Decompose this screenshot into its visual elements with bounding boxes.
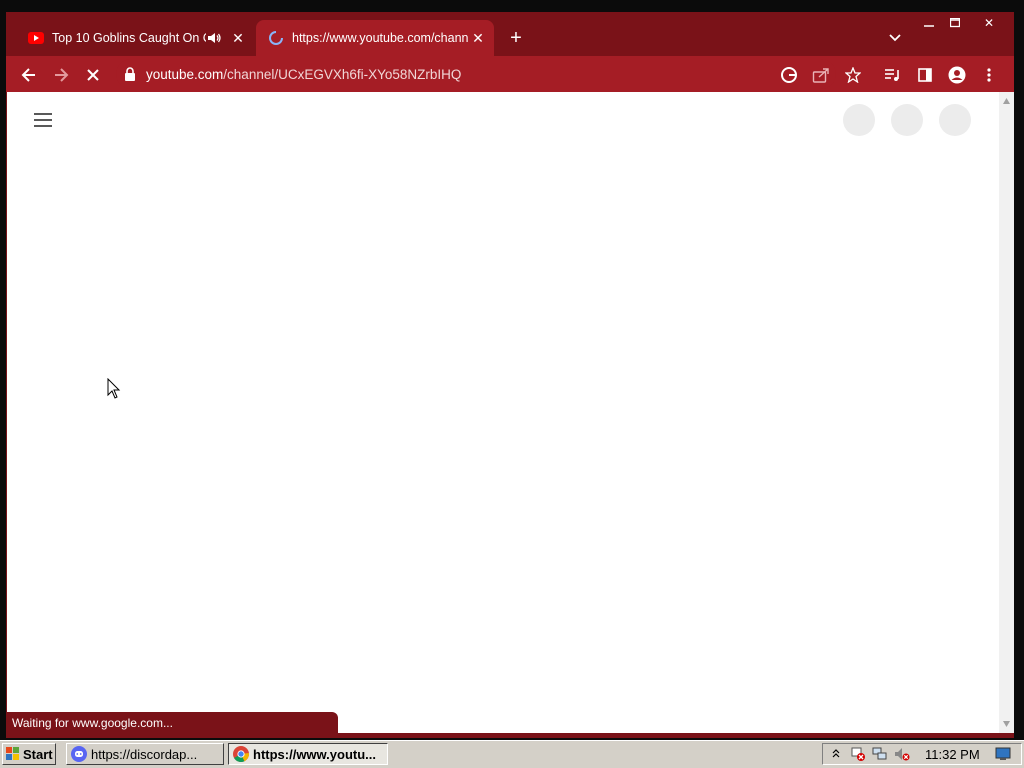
- volume-muted-icon[interactable]: [893, 746, 911, 762]
- placeholder-circle: [939, 104, 971, 136]
- tab-title: Top 10 Goblins Caught On C: [52, 31, 206, 45]
- taskbar-item-discord[interactable]: https://discordap...: [66, 743, 224, 765]
- placeholder-circle: [891, 104, 923, 136]
- hamburger-menu-icon[interactable]: [33, 112, 53, 128]
- close-window-icon[interactable]: ✕: [974, 12, 1004, 34]
- windows-flag-icon: [6, 747, 20, 761]
- maximize-icon[interactable]: [940, 12, 970, 34]
- chrome-icon: [233, 746, 249, 762]
- youtube-icon: [28, 30, 44, 46]
- browser-window: Top 10 Goblins Caught On C ✕ https://www…: [6, 12, 1014, 738]
- start-button[interactable]: Start: [2, 743, 56, 765]
- network-disconnected-icon[interactable]: [849, 746, 867, 762]
- tab-title: https://www.youtube.com/channel/UCxEGVXh…: [292, 31, 468, 45]
- desktop: Top 10 Goblins Caught On C ✕ https://www…: [0, 0, 1024, 768]
- bookmark-star-icon[interactable]: [840, 62, 866, 88]
- desktop-icon[interactable]: [994, 746, 1012, 762]
- network-computers-icon[interactable]: [871, 746, 889, 762]
- scrollbar[interactable]: [999, 92, 1014, 733]
- url-text: youtube.com/channel/UCxEGVXh6fi-XYo58NZr…: [146, 67, 461, 82]
- back-arrow-icon[interactable]: [16, 62, 42, 88]
- taskbar-item-label: https://discordap...: [91, 746, 198, 762]
- tray-expand-icon[interactable]: [827, 746, 845, 762]
- side-panel-icon[interactable]: [912, 62, 938, 88]
- google-lens-icon[interactable]: [776, 62, 802, 88]
- close-tab-icon[interactable]: ✕: [228, 28, 248, 48]
- tab-search-chevron-icon[interactable]: [886, 28, 904, 46]
- system-tray: 11:32 PM: [822, 743, 1022, 765]
- taskbar-item-chrome[interactable]: https://www.youtu...: [228, 743, 388, 765]
- mouse-cursor-icon: [107, 377, 121, 400]
- profile-avatar-icon[interactable]: [944, 62, 970, 88]
- discord-icon: [71, 746, 87, 762]
- tab-youtube-video[interactable]: Top 10 Goblins Caught On C ✕: [16, 20, 254, 56]
- menu-kebab-icon[interactable]: [976, 62, 1002, 88]
- tab-youtube-channel[interactable]: https://www.youtube.com/channel/UCxEGVXh…: [256, 20, 494, 56]
- url-path: /channel/UCxEGVXh6fi-XYo58NZrbIHQ: [223, 66, 462, 82]
- clock: 11:32 PM: [925, 746, 980, 762]
- start-label: Start: [23, 746, 53, 762]
- stop-loading-icon[interactable]: [80, 62, 106, 88]
- forward-arrow-icon[interactable]: [48, 62, 74, 88]
- loading-spinner-icon: [268, 30, 284, 46]
- status-bar: Waiting for www.google.com...: [6, 712, 338, 734]
- toolbar: youtube.com/channel/UCxEGVXh6fi-XYo58NZr…: [6, 56, 1014, 92]
- page-content: [7, 92, 999, 733]
- share-icon[interactable]: [808, 62, 834, 88]
- taskbar-item-label: https://www.youtu...: [253, 746, 377, 762]
- tab-strip: Top 10 Goblins Caught On C ✕ https://www…: [6, 12, 1014, 56]
- new-tab-button[interactable]: +: [504, 26, 528, 50]
- address-bar[interactable]: youtube.com/channel/UCxEGVXh6fi-XYo58NZr…: [116, 59, 836, 89]
- close-tab-icon[interactable]: ✕: [468, 28, 488, 48]
- url-host: youtube.com: [146, 66, 224, 82]
- lock-icon[interactable]: [124, 67, 138, 81]
- media-control-icon[interactable]: [879, 62, 905, 88]
- placeholder-circle: [843, 104, 875, 136]
- speaker-icon[interactable]: [206, 30, 222, 46]
- taskbar: Start https://discordap... https://www.y…: [0, 740, 1024, 768]
